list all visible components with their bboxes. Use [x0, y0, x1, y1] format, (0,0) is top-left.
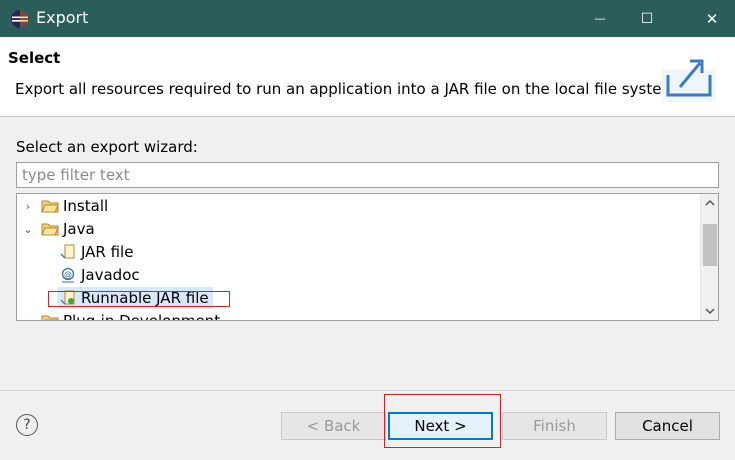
wizard-label: Select an export wizard: — [16, 138, 198, 156]
filter-input[interactable] — [16, 162, 719, 188]
tree-item-javadoc[interactable]: @ Javadoc — [59, 264, 140, 286]
close-icon: ✕ — [705, 9, 719, 28]
scroll-thumb[interactable] — [703, 224, 717, 266]
window-title: Export — [36, 8, 89, 27]
tree-item-install[interactable]: › Install — [21, 195, 108, 217]
wizard-header: Select Export all resources required to … — [0, 37, 735, 117]
chevron-down-icon — [705, 308, 715, 315]
export-wizard-icon — [662, 59, 716, 102]
chevron-down-icon[interactable]: ⌄ — [21, 222, 35, 236]
help-button[interactable]: ? — [16, 414, 38, 436]
back-button-label: < Back — [306, 417, 361, 435]
folder-icon — [41, 223, 59, 236]
help-icon: ? — [23, 417, 31, 433]
folder-icon — [41, 200, 59, 213]
tree-item-label: Plug-in Development — [63, 312, 221, 321]
tree-item-label: Runnable JAR file — [81, 289, 209, 307]
page-description: Export all resources required to run an … — [15, 80, 681, 98]
tree-item-label: JAR file — [81, 243, 134, 261]
minimize-button[interactable]: — — [577, 0, 623, 37]
page-title: Select — [8, 49, 61, 67]
title-bar[interactable]: Export — ☐ ✕ — [0, 0, 735, 37]
minimize-icon: — — [594, 12, 606, 25]
chevron-right-icon[interactable]: › — [21, 199, 35, 213]
cancel-button-label: Cancel — [642, 417, 693, 435]
next-button[interactable]: Next > — [388, 412, 493, 440]
footer-divider — [0, 390, 735, 391]
tree-scrollbar[interactable] — [700, 194, 718, 320]
jar-file-icon — [60, 244, 75, 259]
export-dialog: Export — ☐ ✕ Select Export all resources… — [0, 0, 735, 460]
wizard-tree[interactable]: › Install ⌄ Java JAR file @ Javadoc Runn… — [16, 193, 719, 321]
tree-item-label: Java — [63, 220, 95, 238]
finish-button-label: Finish — [533, 417, 576, 435]
cancel-button[interactable]: Cancel — [615, 412, 720, 440]
tree-item-plugin-development[interactable]: › Plug-in Development — [21, 310, 221, 321]
next-button-label: Next > — [414, 417, 467, 435]
folder-icon — [41, 315, 59, 320]
tree-item-java[interactable]: ⌄ Java — [21, 218, 95, 240]
tree-item-label: Install — [63, 197, 109, 215]
maximize-icon: ☐ — [640, 10, 654, 27]
eclipse-icon — [11, 10, 29, 28]
svg-text:@: @ — [64, 270, 72, 279]
maximize-button[interactable]: ☐ — [624, 0, 670, 37]
javadoc-icon: @ — [61, 267, 75, 283]
tree-item-jar-file[interactable]: JAR file — [59, 241, 133, 263]
chevron-right-icon[interactable]: › — [21, 314, 35, 321]
tree-item-runnable-jar[interactable]: Runnable JAR file — [57, 287, 213, 309]
runnable-jar-icon — [60, 290, 75, 305]
chevron-up-icon — [705, 199, 715, 206]
close-button[interactable]: ✕ — [689, 0, 735, 37]
scroll-down-button[interactable] — [701, 302, 718, 320]
back-button[interactable]: < Back — [281, 412, 386, 440]
finish-button[interactable]: Finish — [502, 412, 607, 440]
scroll-up-button[interactable] — [701, 194, 718, 212]
tree-item-label: Javadoc — [81, 266, 140, 284]
